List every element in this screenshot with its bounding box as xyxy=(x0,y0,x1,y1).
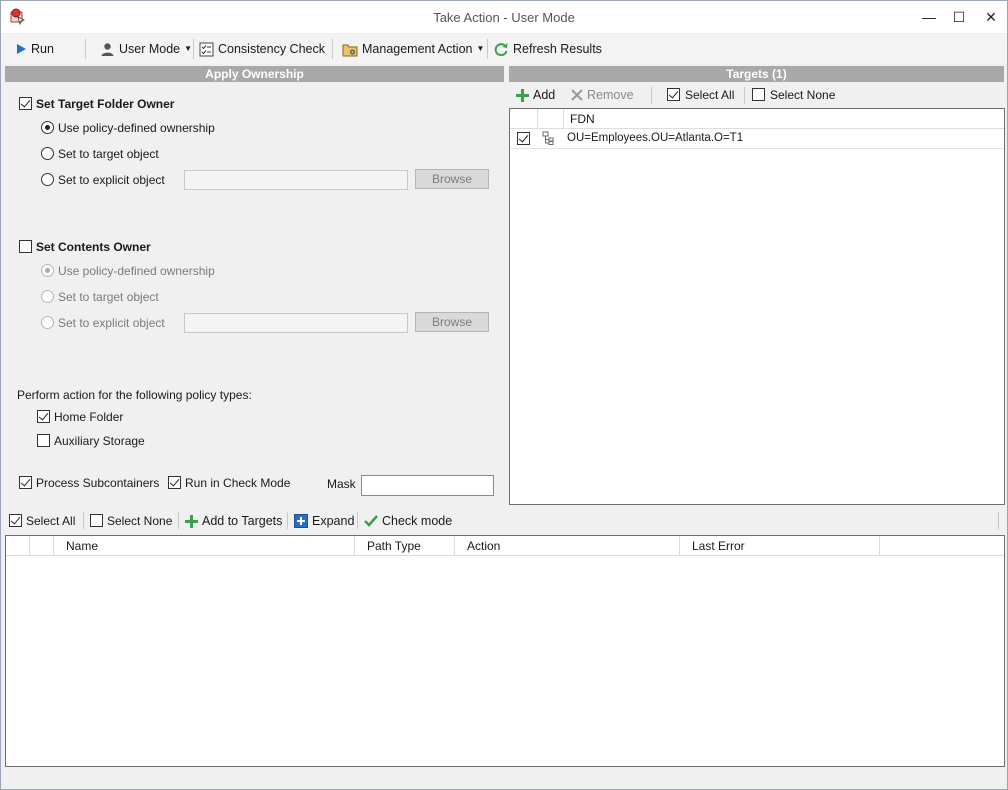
user-mode-dropdown[interactable]: User Mode ▼ xyxy=(100,40,192,58)
process-subcontainers-checkbox[interactable] xyxy=(19,476,32,489)
remove-target-button[interactable]: Remove xyxy=(571,86,634,104)
contents-owner-target-object-label: Set to target object xyxy=(58,290,159,304)
process-subcontainers-label: Process Subcontainers xyxy=(36,476,160,490)
contents-owner-explicit-label: Set to explicit object xyxy=(58,316,165,330)
set-contents-owner-checkbox[interactable] xyxy=(19,240,32,253)
targets-select-none-label: Select None xyxy=(770,88,836,102)
caret-down-icon: ▼ xyxy=(184,44,193,53)
plus-icon xyxy=(516,88,529,102)
home-folder-checkbox[interactable] xyxy=(37,410,50,423)
set-target-folder-owner-checkbox[interactable] xyxy=(19,97,32,110)
target-owner-target-object-radio[interactable] xyxy=(41,147,54,160)
action-column-header[interactable]: Action xyxy=(455,536,680,556)
consistency-check-label: Consistency Check xyxy=(218,42,325,56)
targets-icon-column xyxy=(538,109,564,129)
contents-owner-browse-button[interactable]: Browse xyxy=(415,312,489,332)
results-select-all-checkbox[interactable] xyxy=(9,514,22,527)
add-target-button[interactable]: Add xyxy=(516,86,555,104)
caret-down-icon: ▼ xyxy=(476,44,485,53)
add-label: Add xyxy=(533,88,556,102)
filler-column-header xyxy=(880,536,1004,556)
targets-check-column xyxy=(510,109,538,129)
target-owner-policy-label: Use policy-defined ownership xyxy=(58,121,215,135)
target-row-checkbox[interactable] xyxy=(517,132,530,145)
close-button[interactable]: ✕ xyxy=(976,5,1006,29)
targets-grid: FDN OU=Employees.OU=Atlanta.O=T1 xyxy=(509,108,1005,505)
mask-input[interactable] xyxy=(361,475,494,496)
targets-select-all-label: Select All xyxy=(685,88,735,102)
contents-owner-policy-label: Use policy-defined ownership xyxy=(58,264,215,278)
expand-plus-box-icon xyxy=(294,514,308,528)
refresh-icon xyxy=(493,41,509,57)
take-action-window: Take Action - User Mode — ☐ ✕ Run User M… xyxy=(0,0,1008,790)
last-error-column-header[interactable]: Last Error xyxy=(680,536,880,556)
run-in-check-mode-checkbox[interactable] xyxy=(168,476,181,489)
checklist-icon xyxy=(199,42,214,57)
play-icon xyxy=(15,43,27,55)
run-button[interactable]: Run xyxy=(15,40,54,58)
targets-select-none-checkbox[interactable] xyxy=(752,88,765,101)
contents-owner-explicit-field[interactable] xyxy=(184,313,408,333)
main-toolbar: Run User Mode ▼ Consistency Check Manage… xyxy=(1,34,1007,64)
minimize-button[interactable]: — xyxy=(914,5,944,29)
user-mode-label: User Mode xyxy=(119,42,181,56)
target-owner-explicit-label: Set to explicit object xyxy=(58,173,165,187)
name-column-header[interactable]: Name xyxy=(54,536,355,556)
check-mode-label: Check mode xyxy=(382,514,453,528)
status-bar xyxy=(1,768,1007,789)
targets-header: Targets (1) xyxy=(509,66,1004,82)
run-in-check-mode-label: Run in Check Mode xyxy=(185,476,291,490)
consistency-check-button[interactable]: Consistency Check xyxy=(199,40,325,58)
auxiliary-storage-label: Auxiliary Storage xyxy=(54,434,145,448)
management-action-dropdown[interactable]: Management Action ▼ xyxy=(342,40,484,58)
set-target-folder-owner-label: Set Target Folder Owner xyxy=(36,97,175,111)
policy-types-label: Perform action for the following policy … xyxy=(17,388,252,402)
table-row[interactable]: OU=Employees.OU=Atlanta.O=T1 xyxy=(510,129,1004,149)
auxiliary-storage-checkbox[interactable] xyxy=(37,434,50,447)
target-owner-explicit-field[interactable] xyxy=(184,170,408,190)
results-select-none-checkbox[interactable] xyxy=(90,514,103,527)
results-icon-column xyxy=(30,536,54,556)
refresh-results-button[interactable]: Refresh Results xyxy=(493,40,602,58)
expand-label: Expand xyxy=(312,514,355,528)
check-mark-icon xyxy=(364,515,378,527)
folder-gear-icon xyxy=(342,42,358,57)
target-owner-target-object-label: Set to target object xyxy=(58,147,159,161)
plus-icon xyxy=(185,514,198,528)
results-select-all-label: Select All xyxy=(26,514,76,528)
results-check-column xyxy=(6,536,30,556)
maximize-button[interactable]: ☐ xyxy=(944,5,974,29)
contents-owner-policy-radio[interactable] xyxy=(41,264,54,277)
path-type-column-header[interactable]: Path Type xyxy=(355,536,455,556)
apply-ownership-header: Apply Ownership xyxy=(5,66,504,82)
window-title: Take Action - User Mode xyxy=(433,10,575,25)
title-bar: Take Action - User Mode — ☐ ✕ xyxy=(1,1,1007,33)
mask-label: Mask xyxy=(327,477,356,491)
target-owner-policy-radio[interactable] xyxy=(41,121,54,134)
org-unit-icon xyxy=(542,131,554,146)
management-action-label: Management Action xyxy=(362,42,473,56)
results-grid: Name Path Type Action Last Error xyxy=(5,535,1005,767)
expand-button[interactable]: Expand xyxy=(294,512,354,530)
fdn-column-header[interactable]: FDN xyxy=(564,109,1004,129)
contents-owner-target-object-radio[interactable] xyxy=(41,290,54,303)
contents-owner-explicit-radio[interactable] xyxy=(41,316,54,329)
target-owner-browse-button[interactable]: Browse xyxy=(415,169,489,189)
run-label: Run xyxy=(31,42,54,56)
results-select-none-label: Select None xyxy=(107,514,173,528)
add-to-targets-label: Add to Targets xyxy=(202,514,283,528)
target-owner-explicit-radio[interactable] xyxy=(41,173,54,186)
home-folder-label: Home Folder xyxy=(54,410,124,424)
add-to-targets-button[interactable]: Add to Targets xyxy=(185,512,282,530)
set-contents-owner-label: Set Contents Owner xyxy=(36,240,151,254)
user-icon xyxy=(100,42,115,57)
targets-select-all-checkbox[interactable] xyxy=(667,88,680,101)
target-fdn: OU=Employees.OU=Atlanta.O=T1 xyxy=(567,132,744,144)
remove-label: Remove xyxy=(587,88,634,102)
refresh-results-label: Refresh Results xyxy=(513,42,602,56)
check-mode-button[interactable]: Check mode xyxy=(364,512,452,530)
remove-x-icon xyxy=(571,89,583,101)
